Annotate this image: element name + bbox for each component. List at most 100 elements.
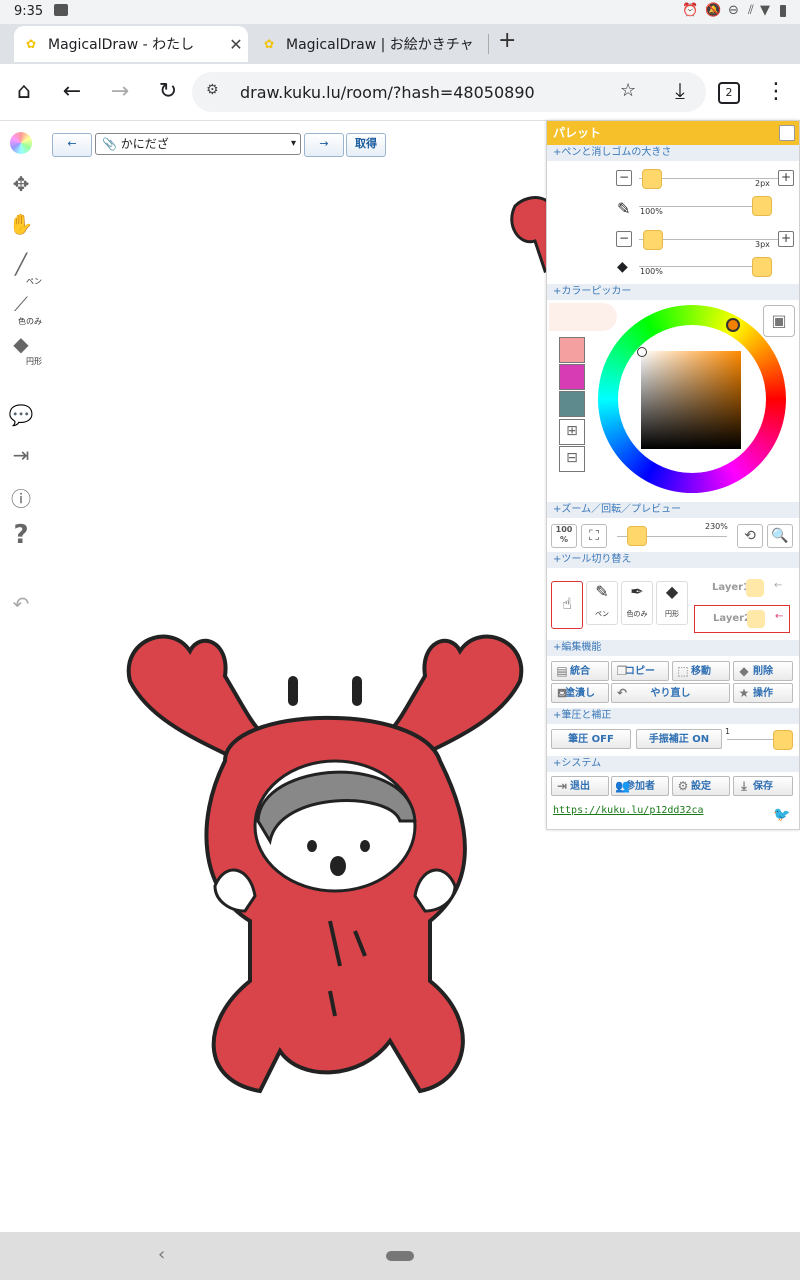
eraser-label: 円形 [26,357,42,366]
section-pressure[interactable]: +筆圧と補正 [547,708,799,724]
section-label: +筆圧と補正 [553,710,612,721]
pressure-toggle-button[interactable]: 筆圧 OFF [551,729,631,749]
stabilizer-toggle-button[interactable]: 手振補正 ON [636,729,722,749]
layer-2-row[interactable]: Layer2 ← [694,605,790,633]
eraser-size-minus-button[interactable]: − [616,231,632,247]
site-settings-icon[interactable]: ⚙ [206,82,219,98]
canvas-select[interactable]: 📎 かにだざ ▾ [95,133,301,155]
redo-button[interactable]: ↶ やり直し [611,683,730,703]
pen-size-slider[interactable] [642,169,662,189]
remove-swatch-icon[interactable]: ⊟ [559,446,585,472]
operation-button[interactable]: ★ 操作 [733,683,793,703]
back-nav-icon[interactable]: ‹ [158,1244,165,1265]
section-edit[interactable]: +編集機能 [547,640,799,656]
zoom-reset-button[interactable]: 100 % [551,524,577,548]
eraser-opacity-value: 100% [640,267,663,276]
merge-button[interactable]: ▤ 統合 [551,661,609,681]
close-tab-icon[interactable]: ✕ [224,35,248,54]
participants-button[interactable]: 👥 参加者 [611,776,669,796]
color-mode-icon[interactable]: ▣ [763,305,795,337]
share-link[interactable]: https://kuku.lu/p12dd32ca [553,805,704,816]
bookmark-star-icon[interactable]: ☆ [620,80,636,101]
section-pen-size[interactable]: +ペンと消しゴムの大きさ [547,145,799,161]
pen-size-minus-button[interactable]: − [616,170,632,186]
exit-button[interactable]: ⇥ 退出 [551,776,609,796]
status-bar: 9:35 ⏰ 🔕 ⊖ ⫽ ▼ [0,0,800,24]
hand-tool-button[interactable]: ☝ [551,581,583,629]
exit-icon[interactable]: ⇥ [8,443,34,467]
palette-collapse-checkbox[interactable] [779,125,795,141]
eraser-opacity-slider[interactable] [752,257,772,277]
section-label: +編集機能 [553,642,602,653]
save-button[interactable]: ⤓ 保存 [733,776,793,796]
layer-1-row[interactable]: Layer1 ← [694,575,790,603]
palette-panel: パレット +ペンと消しゴムの大きさ − 2px + ✎ 100% − 3px +… [546,120,800,830]
download-icon[interactable]: ⤓ [666,78,694,106]
settings-button[interactable]: ⚙ 設定 [672,776,730,796]
color-swatch[interactable] [559,337,585,363]
menu-icon[interactable]: ⋮ [762,78,790,106]
pen-opacity-slider[interactable] [752,196,772,216]
info-icon[interactable]: ⓘ [8,483,34,512]
eraser-size-plus-button[interactable]: + [778,231,794,247]
download-icon: ⤓ [741,779,747,793]
layer-2-opacity[interactable] [747,610,765,628]
help-icon[interactable]: ? [8,520,34,550]
sv-picker-handle[interactable] [637,347,647,357]
copy-icon: ❐ [616,664,628,678]
get-button[interactable]: 取得 [346,133,386,157]
color-swatch[interactable] [559,364,585,390]
stabilizer-slider[interactable] [773,730,793,750]
color-swatch[interactable] [559,391,585,417]
delete-button[interactable]: ◆ 削除 [733,661,793,681]
undo-icon[interactable]: ↶ [8,592,34,616]
hue-picker-handle[interactable] [726,318,740,332]
back-icon[interactable]: ← [58,78,86,106]
tab-active[interactable]: ✿ MagicalDraw - わたし ✕ [14,26,248,62]
reload-icon[interactable]: ↻ [154,78,182,106]
eraser-size-slider[interactable] [643,230,663,250]
next-button[interactable]: → [304,133,344,157]
fill-button[interactable]: ⛾ 塗潰し [551,683,609,703]
section-zoom[interactable]: +ズーム／回転／プレビュー [547,502,799,518]
eraser-tool-label: 円形 [665,610,679,618]
color-wheel-icon[interactable] [8,132,34,159]
address-bar[interactable]: ⚙ draw.kuku.lu/room/?hash=48050890 ☆ [192,72,706,112]
saturation-value-square[interactable] [641,351,741,449]
eyedropper-tool-button[interactable]: ✒ 色のみ [621,581,653,625]
home-icon[interactable]: ⌂ [10,78,38,106]
move-icon[interactable]: ✥ [8,172,34,196]
tab-inactive[interactable]: ✿ MagicalDraw | お絵かきチャ [252,26,488,62]
chevron-down-icon: ▾ [290,138,296,149]
pen-size-plus-button[interactable]: + [778,170,794,186]
pen-tool-button[interactable]: ✎ ペン [586,581,618,625]
section-tool-switch[interactable]: +ツール切り替え [547,552,799,568]
forward-icon[interactable]: → [106,78,134,106]
prev-button[interactable]: ← [52,133,92,157]
eyedropper-tool-label: 色のみ [626,610,648,618]
exit-icon: ⇥ [556,779,568,793]
chat-icon[interactable]: 💬 [8,403,34,427]
toolbar: ⌂ ← → ↻ ⚙ draw.kuku.lu/room/?hash=480508… [0,64,800,121]
new-tab-icon[interactable]: + [498,28,516,53]
eraser-tool-button[interactable]: ◆ 円形 [656,581,688,625]
fit-screen-icon[interactable]: ⛶ [581,524,607,548]
zoom-slider[interactable] [627,526,647,546]
add-swatch-icon[interactable]: ⊞ [559,419,585,445]
tab-count-button[interactable]: 2 [718,82,740,104]
home-pill-icon[interactable] [386,1251,414,1261]
twitter-icon[interactable]: 🐦 [773,807,790,823]
eyedropper-tool[interactable]: ⟋ 色のみ [8,292,42,327]
copy-button[interactable]: ❐ コピー [611,661,669,681]
star-icon: ★ [738,686,750,700]
rotate-icon[interactable]: ⟲ [737,524,763,548]
preview-magnifier-icon[interactable]: 🔍 [767,524,793,548]
eraser-tool[interactable]: ◆ 円形 [8,332,42,367]
section-color-picker[interactable]: +カラーピッカー [547,284,799,300]
pen-tool[interactable]: ╱ ペン [8,252,42,287]
layer-1-opacity[interactable] [746,579,764,597]
rabbit-favicon-icon: ✿ [264,37,275,51]
move-button[interactable]: ⬚ 移動 [672,661,730,681]
hand-icon[interactable]: ✋ [8,212,34,236]
section-system[interactable]: +システム [547,756,799,772]
